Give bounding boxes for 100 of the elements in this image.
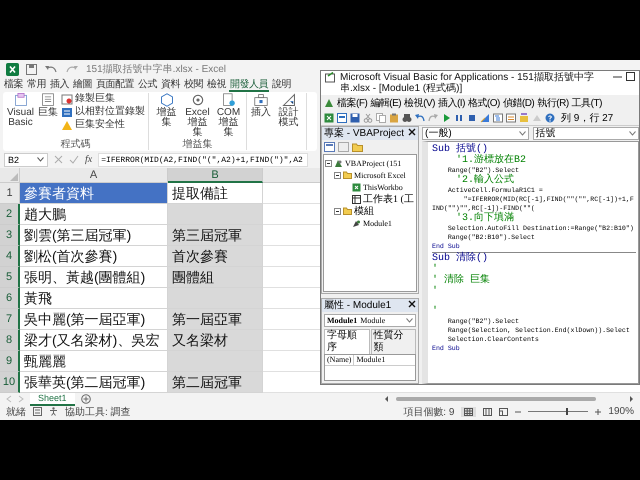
- zoom-in-icon[interactable]: [595, 408, 602, 414]
- excel-view-icon[interactable]: [324, 112, 334, 122]
- form-icon[interactable]: [337, 112, 347, 122]
- insert-function-button[interactable]: fx: [85, 154, 92, 165]
- expand-toggle[interactable]: [325, 160, 332, 166]
- ribbon-tab[interactable]: 檔案: [3, 78, 24, 92]
- menu-item[interactable]: 執行(R): [537, 96, 569, 110]
- code-editor[interactable]: [422, 141, 639, 384]
- row-header[interactable]: 2: [0, 204, 20, 225]
- object-browser-icon[interactable]: [519, 112, 529, 122]
- undo-icon[interactable]: [44, 64, 58, 74]
- find-icon[interactable]: [402, 112, 412, 122]
- ribbon-button[interactable]: 以相對位置錄製: [61, 106, 145, 118]
- folder-icon[interactable]: [352, 142, 363, 152]
- hexagon-icon: [160, 93, 174, 107]
- expand-toggle[interactable]: [334, 208, 341, 214]
- close-icon[interactable]: [408, 300, 416, 308]
- undo-icon[interactable]: [415, 112, 425, 122]
- formula-field[interactable]: =IFERROR(MID(A2,FIND("(",A2)+1,FIND(")",A2: [98, 152, 308, 166]
- ribbon-tab[interactable]: 繪圖: [72, 78, 93, 92]
- properties-icon[interactable]: [506, 112, 516, 122]
- menu-item[interactable]: 檔案(F): [337, 96, 368, 110]
- row-header[interactable]: 8: [0, 330, 20, 351]
- tree-item[interactable]: Module1: [363, 218, 392, 228]
- ribbon-button[interactable]: 增益集: [152, 93, 181, 128]
- macro-record-icon[interactable]: [33, 407, 42, 416]
- workbook-icon: [352, 182, 361, 192]
- column-header[interactable]: A: [20, 168, 168, 183]
- row-header[interactable]: 6: [0, 288, 20, 309]
- paste-icon[interactable]: [389, 112, 399, 122]
- object-dropdown[interactable]: Module1 Module: [324, 314, 416, 327]
- accessibility-icon[interactable]: [49, 407, 58, 416]
- copy-icon[interactable]: [376, 112, 386, 122]
- folder-icon: [343, 207, 352, 215]
- help-icon[interactable]: [545, 112, 555, 122]
- row-header[interactable]: 5: [0, 267, 20, 288]
- add-sheet-icon[interactable]: [80, 394, 91, 404]
- sheet-tab[interactable]: Sheet1: [30, 392, 75, 406]
- ribbon-button[interactable]: 插入: [250, 93, 272, 118]
- warning-icon: [61, 120, 73, 130]
- save-icon[interactable]: [26, 64, 37, 74]
- ribbon-button[interactable]: Visual Basic: [6, 93, 35, 128]
- ribbon-tab[interactable]: 資料: [160, 78, 181, 92]
- ribbon-tab[interactable]: 公式: [137, 78, 158, 92]
- menu-item[interactable]: 編輯(E): [370, 96, 402, 110]
- folder-icon: [343, 171, 352, 179]
- row-header[interactable]: 7: [0, 309, 20, 330]
- ribbon-button[interactable]: 錄製巨集: [61, 93, 145, 105]
- ribbon-button[interactable]: COM 增益集: [214, 93, 243, 138]
- menu-item[interactable]: 偵錯(D): [502, 96, 534, 110]
- tree-item[interactable]: ThisWorkbo: [363, 182, 403, 192]
- caret-icon: [518, 131, 526, 136]
- cursor-position: 列 9，行 27: [561, 112, 614, 124]
- horizontal-scrollbar[interactable]: [384, 395, 634, 403]
- page-layout-icon[interactable]: [483, 408, 492, 416]
- view-code-icon[interactable]: [324, 142, 335, 152]
- menu-item[interactable]: 插入(I): [438, 96, 465, 110]
- properties-tab[interactable]: 字母順序: [324, 329, 370, 354]
- ribbon-button[interactable]: 巨集安全性: [61, 119, 145, 131]
- ribbon-tab[interactable]: 常用: [26, 78, 47, 92]
- expand-toggle[interactable]: [334, 172, 341, 178]
- stop-icon[interactable]: [467, 112, 477, 122]
- ribbon-button[interactable]: Excel 增益集: [183, 93, 212, 138]
- group-label: 程式碼: [60, 139, 92, 150]
- object-dropdown[interactable]: (一般): [422, 127, 528, 140]
- pause-icon[interactable]: [454, 112, 464, 122]
- close-icon[interactable]: [408, 128, 416, 136]
- design-mode-icon[interactable]: [480, 112, 490, 122]
- procedure-dropdown[interactable]: 括號: [532, 127, 639, 140]
- ribbon-button[interactable]: 巨集: [37, 93, 59, 118]
- ribbon-tab[interactable]: 插入: [49, 78, 70, 92]
- row-header[interactable]: 1: [0, 183, 20, 204]
- tree-item[interactable]: 工作表1 (工: [363, 192, 414, 206]
- zoom-out-icon[interactable]: [515, 408, 522, 414]
- tree-item[interactable]: Microsoft Excel: [354, 170, 406, 180]
- tree-item[interactable]: 模組: [354, 204, 374, 218]
- row-header[interactable]: 9: [0, 351, 20, 372]
- row-header[interactable]: 10: [0, 372, 20, 393]
- row-header[interactable]: 3: [0, 225, 20, 246]
- tree-item[interactable]: VBAProject (151: [345, 158, 402, 168]
- menu-item[interactable]: 工具(T): [572, 96, 602, 110]
- menu-item[interactable]: 檢視(V): [404, 96, 435, 110]
- status-text[interactable]: 協助工具: 調查: [65, 404, 131, 418]
- run-icon[interactable]: [441, 112, 451, 122]
- ribbon-tab[interactable]: 頁面配置: [95, 78, 135, 92]
- menu-item[interactable]: 格式(O): [468, 96, 500, 110]
- name-box[interactable]: B2: [4, 152, 48, 166]
- zoom-level[interactable]: 190%: [608, 406, 634, 417]
- ribbon-tab[interactable]: 說明: [271, 78, 292, 92]
- save-icon[interactable]: [350, 112, 360, 122]
- row-header[interactable]: 4: [0, 246, 20, 267]
- maximize-icon[interactable]: [626, 72, 635, 81]
- normal-view-icon[interactable]: [464, 408, 474, 416]
- ribbon-tab[interactable]: 檢視: [206, 78, 227, 92]
- property-value[interactable]: Module1: [354, 355, 388, 365]
- project-explorer-icon[interactable]: [493, 112, 503, 122]
- ribbon-button[interactable]: 設計模式: [274, 93, 303, 128]
- column-header[interactable]: B: [168, 168, 263, 183]
- ribbon-tab[interactable]: 校閱: [183, 78, 204, 92]
- page-break-icon[interactable]: [499, 408, 508, 416]
